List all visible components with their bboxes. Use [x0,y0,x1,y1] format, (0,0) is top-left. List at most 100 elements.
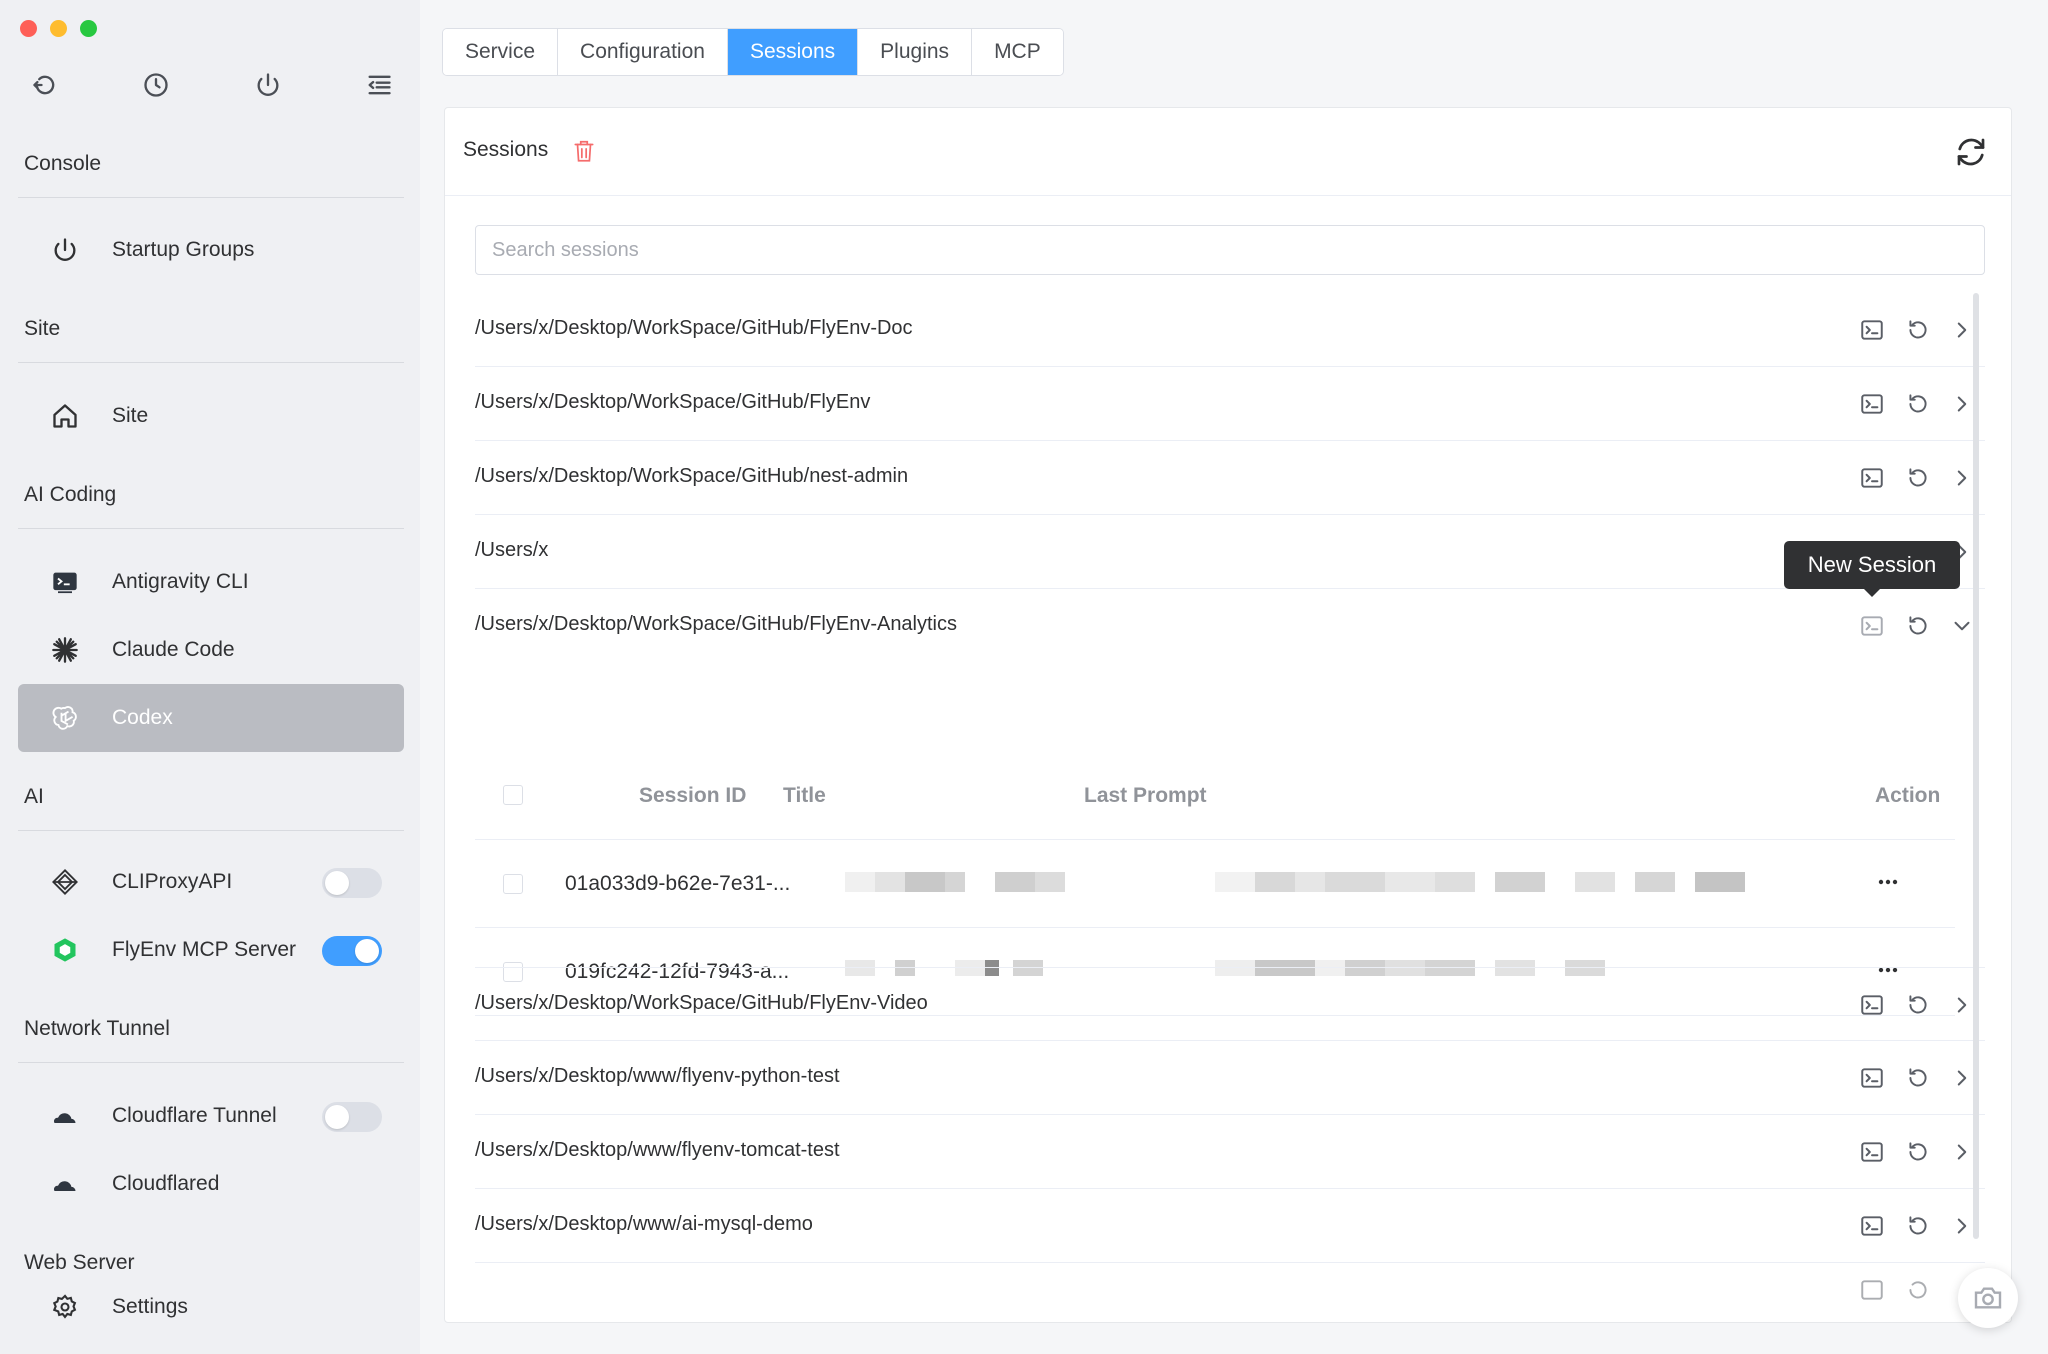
power-icon [48,233,82,267]
panel-header: Sessions [445,108,2011,196]
reset-icon[interactable] [1905,465,1931,491]
project-path[interactable]: /Users/x/Desktop/WorkSpace/GitHub/FlyEnv… [475,613,957,636]
flyenv-mcp-server-toggle[interactable] [322,936,382,966]
tab-configuration[interactable]: Configuration [558,29,728,75]
terminal-icon[interactable] [1859,391,1885,417]
session-id[interactable]: 01a033d9-b62e-7e31-... [565,872,790,896]
sidebar-item-claude-code[interactable]: Claude Code [18,616,404,684]
power-icon[interactable] [251,68,285,102]
project-path[interactable]: /Users/x/Desktop/www/flyenv-tomcat-test [475,1139,840,1162]
chevron-right-icon[interactable] [1949,1213,1975,1239]
terminal-icon[interactable] [1859,465,1885,491]
reset-icon[interactable] [1905,613,1931,639]
clock-icon[interactable] [139,68,173,102]
row-checkbox[interactable] [503,874,523,894]
chevron-right-icon[interactable] [1949,465,1975,491]
cloud-icon [48,1099,82,1133]
claude-icon [48,633,82,667]
list-item: /Users/x/Desktop/www/flyenv-python-test [475,1041,1985,1115]
column-header-action: Action [1875,784,1941,807]
cloudflare-tunnel-toggle[interactable] [322,1102,382,1132]
tab-service[interactable]: Service [443,29,559,75]
reset-icon[interactable] [1905,992,1931,1018]
sidebar-item-site[interactable]: Site [18,382,404,450]
list-item-expanded: /Users/x/Desktop/WorkSpace/GitHub/FlyEnv… [475,589,1985,663]
cliproxyapi-toggle[interactable] [322,868,382,898]
project-path[interactable]: /Users/x/Desktop/WorkSpace/GitHub/nest-a… [475,465,908,488]
project-path[interactable]: /Users/x/Desktop/WorkSpace/GitHub/FlyEnv… [475,992,928,1015]
project-path[interactable]: /Users/x/Desktop/www/flyenv-python-test [475,1065,840,1088]
menu-fold-icon[interactable] [362,68,396,102]
camera-icon [1974,1287,2002,1309]
reset-icon[interactable] [1905,1277,1931,1303]
sidebar-item-cloudflare-tunnel[interactable]: Cloudflare Tunnel [18,1082,404,1150]
sidebar-item-cliproxyapi[interactable]: CLIProxyAPI [18,848,404,916]
chevron-right-icon[interactable] [1949,1065,1975,1091]
sidebar-item-label: Settings [112,1295,188,1318]
project-path[interactable]: /Users/x [475,539,548,562]
chevron-right-icon[interactable] [1949,1139,1975,1165]
divider [18,197,404,198]
project-path[interactable]: /Users/x/Desktop/WorkSpace/GitHub/FlyEnv… [475,317,913,340]
page-title: Sessions [463,138,549,161]
reset-icon[interactable] [1905,391,1931,417]
terminal-icon[interactable] [1859,613,1885,639]
diamond-icon [48,865,82,899]
gear-icon [48,1290,82,1324]
tab-mcp[interactable]: MCP [972,29,1063,75]
terminal-icon[interactable] [1859,1277,1885,1303]
sidebar-item-cloudflared[interactable]: Cloudflared [18,1150,404,1218]
sidebar-item-antigravity-cli[interactable]: Antigravity CLI [18,548,404,616]
more-icon[interactable] [1873,870,1903,894]
sidebar: Console Startup Groups Site Site AI Codi… [0,0,420,1354]
terminal-icon [48,565,82,599]
sidebar-item-label: CLIProxyAPI [112,870,233,893]
zoom-window-button[interactable] [80,20,97,37]
reset-icon[interactable] [1905,1139,1931,1165]
reset-icon[interactable] [1905,1065,1931,1091]
sidebar-item-startup-groups[interactable]: Startup Groups [18,216,404,284]
tab-sessions[interactable]: Sessions [727,29,859,75]
list-item: /Users/x/Desktop/WorkSpace/GitHub/FlyEnv… [475,967,1985,1041]
trash-icon[interactable] [571,137,597,165]
list-item: /Users/x/Desktop/WorkSpace/GitHub/nest-a… [475,441,1985,515]
sidebar-item-label: Codex [112,706,173,729]
screenshot-button[interactable] [1958,1268,2018,1328]
divider [18,528,404,529]
home-icon [48,399,82,433]
chevron-right-icon[interactable] [1949,992,1975,1018]
sidebar-item-codex[interactable]: Codex [18,684,404,752]
terminal-icon[interactable] [1859,1139,1885,1165]
terminal-icon[interactable] [1859,992,1885,1018]
list-item: /Users/x/Desktop/www/flyenv-tomcat-test [475,1115,1985,1189]
group-title-site: Site [24,317,61,340]
sidebar-item-flyenv-mcp-server[interactable]: FlyEnv MCP Server [18,916,404,984]
terminal-icon[interactable] [1859,1213,1885,1239]
chevron-right-icon[interactable] [1949,391,1975,417]
chevron-right-icon[interactable] [1949,317,1975,343]
close-window-button[interactable] [20,20,37,37]
scrollbar[interactable] [1973,293,1979,1239]
sessions-panel: Sessions /Users/x/Desktop/WorkSpace/GitH… [444,107,2012,1323]
sidebar-item-settings[interactable]: Settings [18,1274,404,1340]
group-title-network-tunnel: Network Tunnel [24,1017,170,1040]
refresh-icon[interactable] [1953,134,1989,170]
table-header: Session ID Title Last Prompt Action [475,752,1955,840]
select-all-checkbox[interactable] [503,785,523,805]
search-input[interactable] [475,225,1985,275]
tab-plugins[interactable]: Plugins [858,29,973,75]
chevron-down-icon[interactable] [1949,613,1975,639]
new-session-tooltip: New Session [1784,541,1960,597]
terminal-icon[interactable] [1859,1065,1885,1091]
project-path[interactable]: /Users/x/Desktop/www/ai-mysql-demo [475,1213,813,1236]
divider [18,362,404,363]
minimize-window-button[interactable] [50,20,67,37]
reset-icon[interactable] [1905,1213,1931,1239]
column-header-last-prompt: Last Prompt [1084,784,1207,807]
back-icon[interactable] [28,68,62,102]
terminal-icon[interactable] [1859,317,1885,343]
openai-icon [48,701,82,735]
project-path[interactable]: /Users/x/Desktop/WorkSpace/GitHub/FlyEnv [475,391,870,414]
reset-icon[interactable] [1905,317,1931,343]
app-window: Console Startup Groups Site Site AI Codi… [0,0,2048,1354]
